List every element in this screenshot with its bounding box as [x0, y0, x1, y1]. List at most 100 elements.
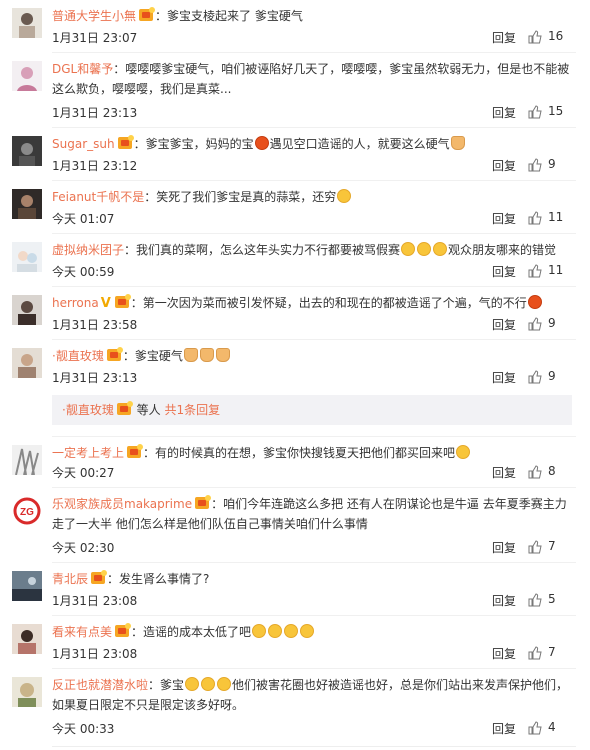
- avatar[interactable]: [12, 571, 42, 601]
- comment-text: 我们真的菜啊，怎么这年头实力不行都要被骂假赛: [136, 243, 401, 257]
- like-count: 8: [548, 464, 556, 478]
- avatar[interactable]: [12, 242, 42, 272]
- avatar[interactable]: [12, 189, 42, 219]
- vip-crown-icon: [114, 294, 131, 308]
- avatar[interactable]: [12, 61, 42, 91]
- timestamp: 今天 00:33: [52, 722, 115, 736]
- reply-button[interactable]: 回复: [492, 316, 516, 333]
- thumbs-up-icon: [528, 264, 542, 278]
- thumbs-up-icon: [528, 370, 542, 384]
- sub-reply-username[interactable]: ·靓直玫瑰: [62, 403, 114, 417]
- username[interactable]: 青北辰: [52, 572, 88, 586]
- reply-button[interactable]: 回复: [492, 369, 516, 386]
- vip-crown-icon: [127, 444, 144, 458]
- username[interactable]: 乐观家族成员makaprime: [52, 497, 192, 511]
- comment-text: 爹宝: [160, 678, 185, 692]
- crying-emoji-icon: [201, 677, 216, 691]
- divider: [52, 339, 576, 340]
- comment-text: 爹宝爹宝，妈妈的宝: [145, 137, 254, 151]
- avatar[interactable]: [12, 624, 42, 654]
- reply-button[interactable]: 回复: [492, 592, 516, 609]
- timestamp: 今天 01:07: [52, 212, 115, 226]
- thumbs-up-icon: [528, 317, 542, 331]
- comment-text: 造谣的成本太低了吧: [143, 625, 252, 639]
- username[interactable]: DGL和馨予: [52, 62, 113, 76]
- pleading-emoji-icon: [417, 242, 432, 256]
- comment-text: 爹宝硬气: [134, 349, 183, 363]
- avatar[interactable]: [12, 348, 42, 378]
- upside-down-emoji-icon: [252, 624, 267, 638]
- upside-down-emoji-icon: [300, 624, 315, 638]
- like-count: 7: [548, 645, 556, 659]
- username[interactable]: 看来有点美: [52, 625, 112, 639]
- comment-list: 普通大学生小無 ：爹宝支棱起来了 爹宝硬气 1月31日 23:07 回复 16 D…: [0, 0, 590, 750]
- like-count: 9: [548, 316, 556, 330]
- thumbs-up-icon: [528, 30, 542, 44]
- divider: [52, 180, 576, 181]
- comment-text: 嘤嘤嘤爹宝硬气，咱们被诬陷好几天了，嘤嘤嘤，爹宝虽然软弱无力，但是也不能被这么欺…: [52, 62, 570, 96]
- divider: [52, 562, 576, 563]
- sub-reply-text: 等人: [136, 403, 161, 417]
- comment-text: 笑死了我们爹宝是真的蒜菜，还穷: [156, 190, 337, 204]
- username[interactable]: 一定考上考上: [52, 446, 124, 460]
- avatar[interactable]: [12, 136, 42, 166]
- thumbs-up-icon: [528, 158, 542, 172]
- username[interactable]: herrona: [52, 296, 99, 310]
- comment-text-cont: 观众朋友哪来的错觉: [448, 243, 557, 257]
- avatar[interactable]: [12, 677, 42, 707]
- reply-button[interactable]: 回复: [492, 104, 516, 121]
- comment-text: 第一次因为菜而被引发怀疑，出去的和现在的都被造谣了个遍，气的不行: [142, 296, 527, 310]
- divider: [52, 487, 576, 488]
- thumbs-up-icon: [528, 593, 542, 607]
- like-count: 5: [548, 592, 556, 606]
- timestamp: 1月31日 23:12: [52, 159, 138, 173]
- comment-text: 有的时候真的在想，爹宝你快搜钱夏天把他们都买回来吧: [155, 446, 456, 460]
- timestamp: 1月31日 23:13: [52, 106, 138, 120]
- pleading-emoji-icon: [433, 242, 448, 256]
- upside-down-emoji-icon: [284, 624, 299, 638]
- username[interactable]: ·靓直玫瑰: [52, 349, 104, 363]
- fist-emoji-icon: [450, 136, 465, 150]
- divider: [52, 127, 576, 128]
- thumbs-up-icon: [528, 465, 542, 479]
- sub-reply-preview[interactable]: ·靓直玫瑰 等人 共1条回复: [52, 395, 572, 425]
- like-count: 9: [548, 369, 556, 383]
- avatar[interactable]: [12, 8, 42, 38]
- like-count: 16: [548, 29, 564, 43]
- reply-button[interactable]: 回复: [492, 210, 516, 227]
- heart-eyes-emoji-icon: [254, 136, 269, 150]
- divider: [52, 286, 576, 287]
- avatar[interactable]: [12, 445, 42, 475]
- timestamp: 今天 02:30: [52, 541, 115, 555]
- reply-button[interactable]: 回复: [492, 157, 516, 174]
- reply-button[interactable]: 回复: [492, 539, 516, 556]
- username[interactable]: Feianut千帆不是: [52, 190, 144, 204]
- reply-button[interactable]: 回复: [492, 720, 516, 737]
- verified-v-icon: V: [100, 296, 111, 311]
- thumbs-up-icon: [528, 646, 542, 660]
- reply-button[interactable]: 回复: [492, 29, 516, 46]
- thumbs-up-icon: [528, 540, 542, 554]
- pleading-emoji-icon: [456, 445, 471, 459]
- username[interactable]: 虚拟纳米团子: [52, 243, 124, 257]
- username[interactable]: 反正也就潜潜水啦: [52, 678, 148, 692]
- more-replies-link[interactable]: 共1条回复: [165, 403, 221, 417]
- username[interactable]: Sugar_suh: [52, 137, 115, 151]
- avatar[interactable]: ZG: [12, 496, 42, 526]
- like-count: 9: [548, 157, 556, 171]
- svg-text:ZG: ZG: [20, 507, 34, 518]
- crying-emoji-icon: [185, 677, 200, 691]
- divider: [52, 52, 576, 53]
- username[interactable]: 普通大学生小無: [52, 9, 136, 23]
- timestamp: 1月31日 23:58: [52, 318, 138, 332]
- like-count: 4: [548, 720, 556, 734]
- reply-button[interactable]: 回复: [492, 645, 516, 662]
- timestamp: 1月31日 23:08: [52, 594, 138, 608]
- comment-text-cont: 遇见空口造谣的人，就要这么硬气: [269, 137, 450, 151]
- reply-button[interactable]: 回复: [492, 464, 516, 481]
- avatar[interactable]: [12, 295, 42, 325]
- reply-button[interactable]: 回复: [492, 263, 516, 280]
- timestamp: 1月31日 23:07: [52, 31, 138, 45]
- thumbs-up-emoji-icon: [199, 348, 214, 362]
- like-count: 7: [548, 539, 556, 553]
